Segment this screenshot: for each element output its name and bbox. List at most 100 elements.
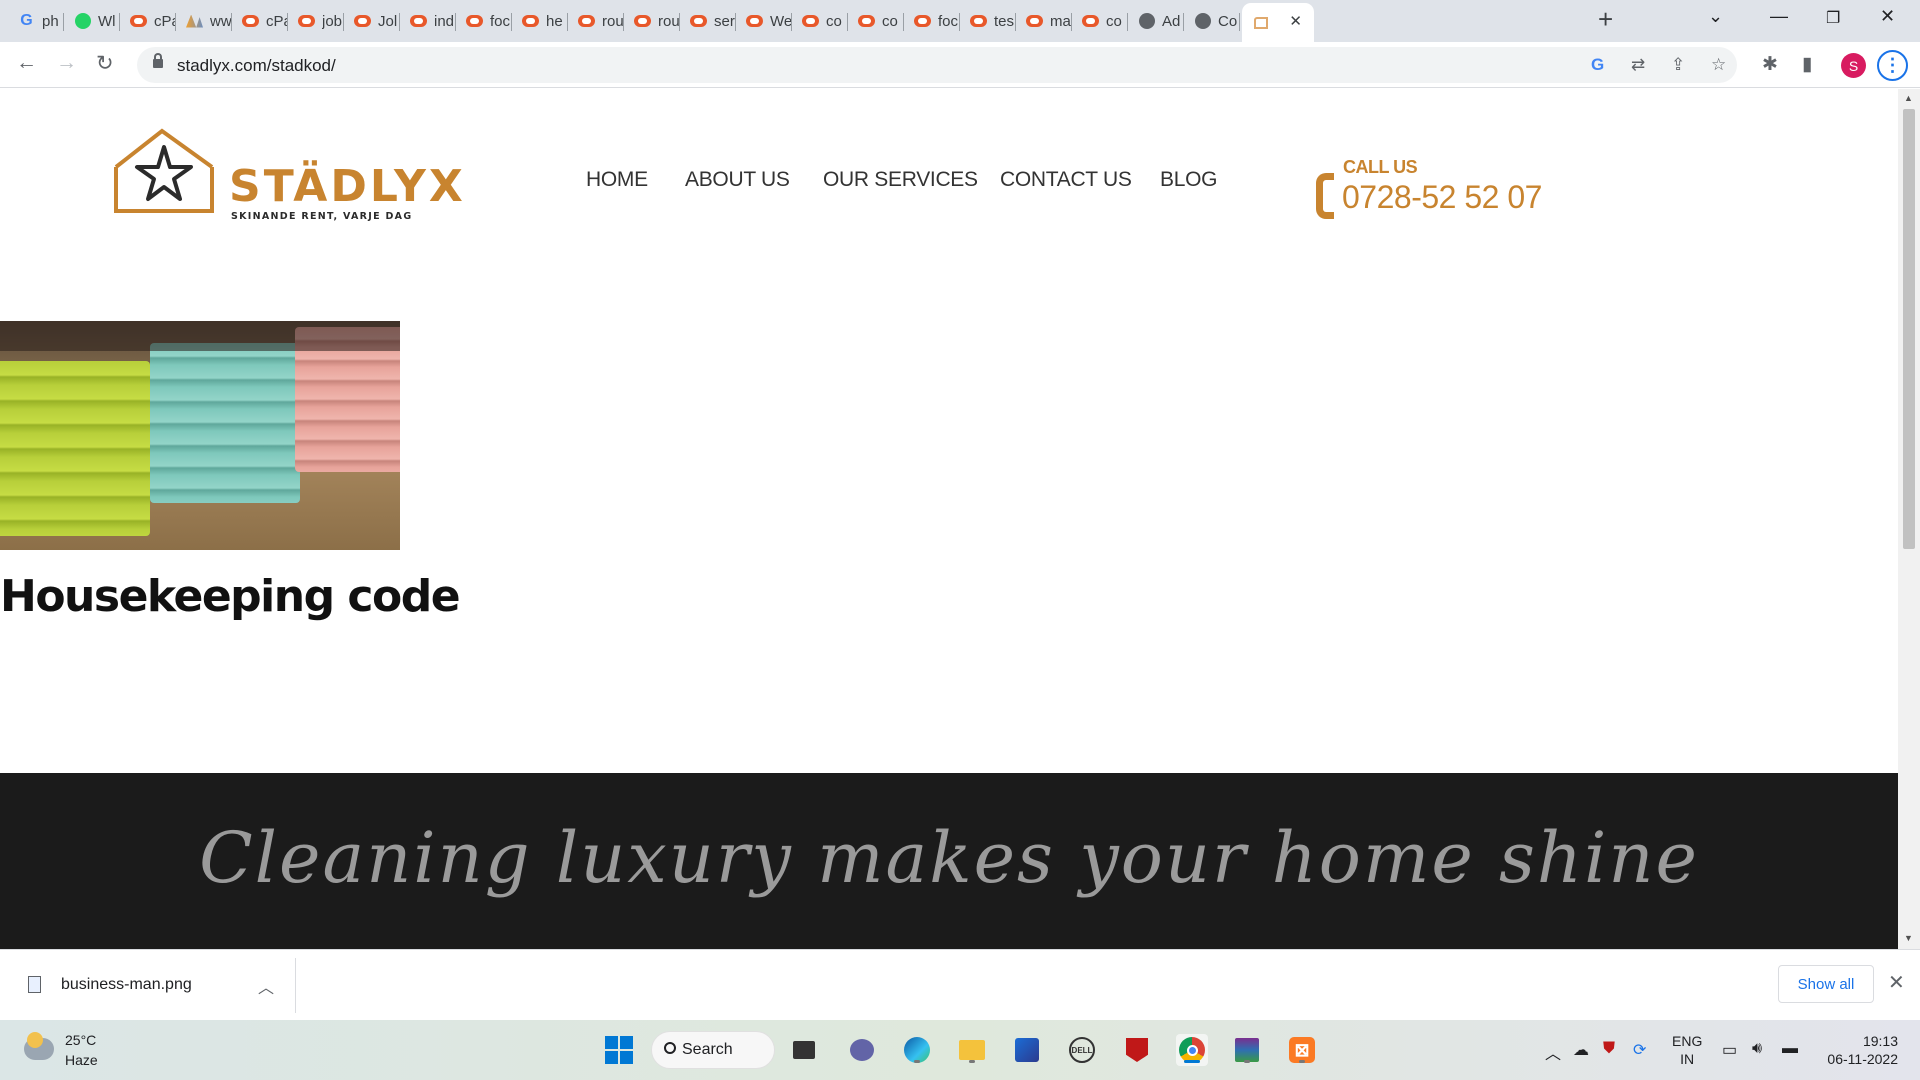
browser-tab-title: ww	[210, 12, 232, 30]
reload-icon[interactable]: ↻	[96, 51, 114, 76]
scroll-up-icon[interactable]: ▲	[1904, 93, 1913, 103]
show-hidden-icons-chevron-icon[interactable]: ︿	[1545, 1040, 1561, 1064]
page-scrollbar[interactable]: ▲ ▼	[1898, 89, 1920, 949]
browser-tab[interactable]: job	[288, 4, 344, 38]
nav-our-services[interactable]: OUR SERVICES	[823, 168, 978, 192]
browser-tab[interactable]: Jol	[344, 4, 400, 38]
side-panel-icon[interactable]: ▮	[1802, 53, 1812, 76]
browser-tab[interactable]: Wl	[64, 4, 120, 38]
onedrive-icon[interactable]: ☁	[1573, 1040, 1589, 1060]
browser-tab[interactable]: tes	[960, 4, 1016, 38]
nav-home[interactable]: HOME	[586, 168, 648, 192]
browser-tab[interactable]: ind	[400, 4, 456, 38]
sync-icon[interactable]: ⟳	[1633, 1040, 1646, 1060]
browser-tab-title: co	[882, 12, 898, 30]
show-all-button[interactable]: Show all	[1778, 965, 1874, 1003]
cpanel-icon	[354, 13, 371, 30]
post-title[interactable]: Housekeeping code	[0, 571, 461, 622]
browser-tab[interactable]: rou	[624, 4, 680, 38]
xampp-icon[interactable]: ⊠	[1286, 1034, 1318, 1066]
lock-icon[interactable]	[153, 53, 163, 68]
browser-tab[interactable]: cPa	[120, 4, 176, 38]
site-logo[interactable]: STÄDLYX SKINANDE RENT, VARJE DAG	[112, 127, 463, 222]
browser-tab[interactable]: ww	[176, 4, 232, 38]
close-tab-icon[interactable]: ✕	[1289, 12, 1302, 30]
browser-tab-title: ind	[434, 12, 455, 30]
cpanel-icon	[914, 13, 931, 30]
browser-tab[interactable]: Co	[1184, 4, 1240, 38]
cpanel-icon	[802, 13, 819, 30]
browser-tab[interactable]: cPa	[232, 4, 288, 38]
translate-icon[interactable]: ⇄	[1631, 55, 1645, 75]
browser-tab[interactable]: he	[512, 4, 568, 38]
browser-tab[interactable]: We	[736, 4, 792, 38]
mcafee-icon[interactable]	[1121, 1034, 1153, 1066]
task-view-icon[interactable]	[788, 1034, 820, 1066]
google-lens-icon[interactable]: G	[1591, 55, 1604, 75]
edge-icon[interactable]	[901, 1034, 933, 1066]
google-icon: G	[20, 12, 33, 29]
minimize-icon[interactable]: —	[1770, 6, 1788, 27]
share-icon[interactable]: ⇪	[1671, 55, 1685, 75]
browser-tab[interactable]: co	[792, 4, 848, 38]
weather-condition[interactable]: Haze	[65, 1052, 98, 1068]
browser-tab[interactable]: ma	[1016, 4, 1072, 38]
bookmark-star-icon[interactable]: ☆	[1711, 55, 1726, 75]
language-indicator[interactable]: ENG IN	[1672, 1032, 1702, 1068]
browser-tab[interactable]: ser	[680, 4, 736, 38]
phone-icon	[1316, 173, 1334, 219]
browser-tab[interactable]: foc	[456, 4, 512, 38]
cpanel-icon	[130, 13, 147, 30]
address-bar[interactable]: stadlyx.com/stadkod/ G ⇄ ⇪ ☆	[137, 47, 1737, 83]
browser-tab[interactable]: ✕	[1242, 3, 1314, 42]
restore-icon[interactable]: ❐	[1826, 8, 1840, 28]
weather-icon[interactable]	[24, 1032, 54, 1060]
start-button[interactable]	[603, 1034, 635, 1066]
taskbar-search[interactable]: Search	[651, 1031, 775, 1069]
browser-tab[interactable]: Gph	[8, 4, 64, 38]
network-icon[interactable]: ▭	[1722, 1040, 1737, 1060]
back-icon[interactable]: ←	[16, 51, 37, 75]
chrome-icon[interactable]	[1176, 1034, 1208, 1066]
browser-tab-title: Co	[1218, 12, 1238, 30]
volume-icon[interactable]: 🔊︎	[1752, 1040, 1762, 1058]
browser-tab[interactable]: foc	[904, 4, 960, 38]
browser-tab-title: ph	[42, 12, 59, 30]
mcafee-tray-icon[interactable]: ⛊	[1603, 1040, 1615, 1058]
winrar-icon[interactable]	[1231, 1034, 1263, 1066]
url-text[interactable]: stadlyx.com/stadkod/	[177, 56, 336, 76]
scroll-thumb[interactable]	[1903, 109, 1915, 549]
footer-banner: Cleaning luxury makes your home shine	[0, 773, 1898, 949]
system-clock[interactable]: 19:13 06-11-2022	[1822, 1032, 1898, 1068]
chevron-up-icon[interactable]: ︿	[258, 974, 274, 998]
close-download-bar-icon[interactable]: ✕	[1888, 970, 1905, 995]
nav-contact-us[interactable]: CONTACT US	[1000, 168, 1132, 192]
weather-temperature[interactable]: 25°C	[65, 1032, 96, 1048]
battery-icon[interactable]: ▬	[1782, 1040, 1798, 1058]
close-window-icon[interactable]: ✕	[1880, 6, 1895, 27]
phone-number[interactable]: 0728-52 52 07	[1342, 179, 1542, 216]
microsoft-store-icon[interactable]	[1011, 1034, 1043, 1066]
stadlyx-icon	[1252, 14, 1269, 31]
extensions-icon[interactable]: ✱	[1762, 53, 1778, 76]
teams-chat-icon[interactable]	[846, 1034, 878, 1066]
cpanel-icon	[466, 13, 483, 30]
cpanel-icon	[1082, 13, 1099, 30]
browser-tab[interactable]: co	[1072, 4, 1128, 38]
new-tab-button[interactable]: +	[1598, 4, 1613, 35]
nav-blog[interactable]: BLOG	[1160, 168, 1217, 192]
browser-menu-icon[interactable]: ⋮	[1877, 50, 1908, 81]
download-file-name[interactable]: business-man.png	[61, 976, 192, 994]
post-featured-image[interactable]	[0, 321, 400, 550]
file-explorer-icon[interactable]	[956, 1034, 988, 1066]
scroll-down-icon[interactable]: ▼	[1904, 933, 1913, 943]
dell-icon[interactable]: DELL	[1066, 1034, 1098, 1066]
nav-about-us[interactable]: ABOUT US	[685, 168, 790, 192]
browser-tab-title: co	[826, 12, 842, 30]
forward-icon[interactable]: →	[56, 51, 77, 75]
tab-search-icon[interactable]: ⌄	[1708, 6, 1723, 27]
profile-avatar[interactable]: S	[1841, 53, 1866, 78]
browser-tab[interactable]: Ad	[1128, 4, 1184, 38]
browser-tab[interactable]: co	[848, 4, 904, 38]
browser-tab[interactable]: rou	[568, 4, 624, 38]
